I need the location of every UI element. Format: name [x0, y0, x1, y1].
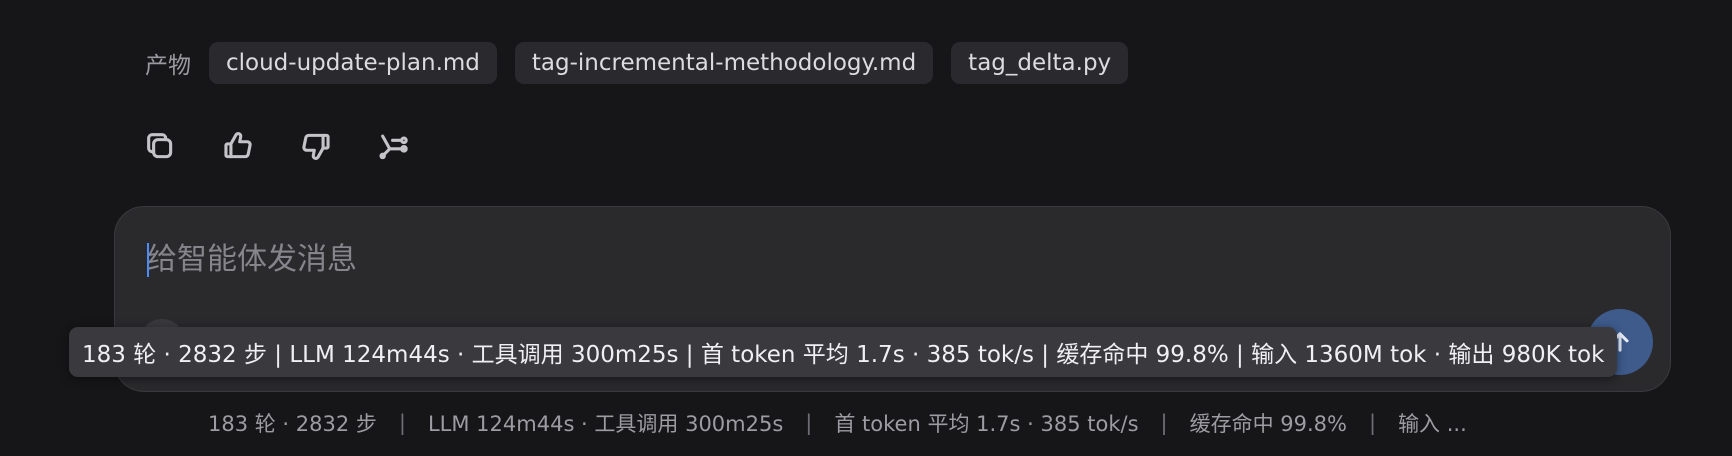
stats-llm-tools: LLM 124m44s · 工具调用 300m25s	[427, 412, 784, 436]
thumbs-down-icon	[302, 133, 330, 160]
chat-footer-area: 产物 cloud-update-plan.md tag-incremental-…	[0, 0, 1732, 456]
like-button[interactable]	[220, 128, 256, 164]
stats-tooltip: 183 轮 · 2832 步 | LLM 124m44s · 工具调用 300m…	[69, 327, 1618, 377]
branch-icon	[379, 134, 408, 160]
usage-stats-bar[interactable]: 183 轮 · 2832 步 | LLM 124m44s · 工具调用 300m…	[208, 408, 1467, 438]
branch-button[interactable]	[376, 128, 412, 164]
text-caret	[147, 243, 149, 277]
artifacts-label: 产物	[145, 53, 191, 79]
stats-io: 输入 ...	[1398, 412, 1467, 436]
dislike-button[interactable]	[298, 128, 334, 164]
artifact-file-chip[interactable]: tag-incremental-methodology.md	[514, 42, 934, 84]
artifact-file-chip[interactable]: tag_delta.py	[951, 42, 1129, 84]
stats-cache: 缓存命中 99.8%	[1189, 412, 1347, 436]
thumbs-up-icon	[224, 132, 252, 159]
stats-separator: |	[1160, 411, 1168, 435]
message-input[interactable]	[145, 235, 1549, 283]
stats-separator: |	[1368, 411, 1377, 435]
stats-turns-steps: 183 轮 · 2832 步	[208, 412, 377, 436]
copy-button[interactable]	[142, 128, 178, 164]
artifacts-row: 产物 cloud-update-plan.md tag-incremental-…	[145, 42, 1129, 84]
stats-separator: |	[398, 411, 406, 435]
artifact-file-chip[interactable]: cloud-update-plan.md	[209, 42, 497, 84]
copy-icon	[147, 133, 173, 159]
stats-first-token: 首 token 平均 1.7s · 385 tok/s	[834, 412, 1139, 436]
stats-separator: |	[805, 411, 813, 435]
message-actions	[142, 128, 412, 164]
